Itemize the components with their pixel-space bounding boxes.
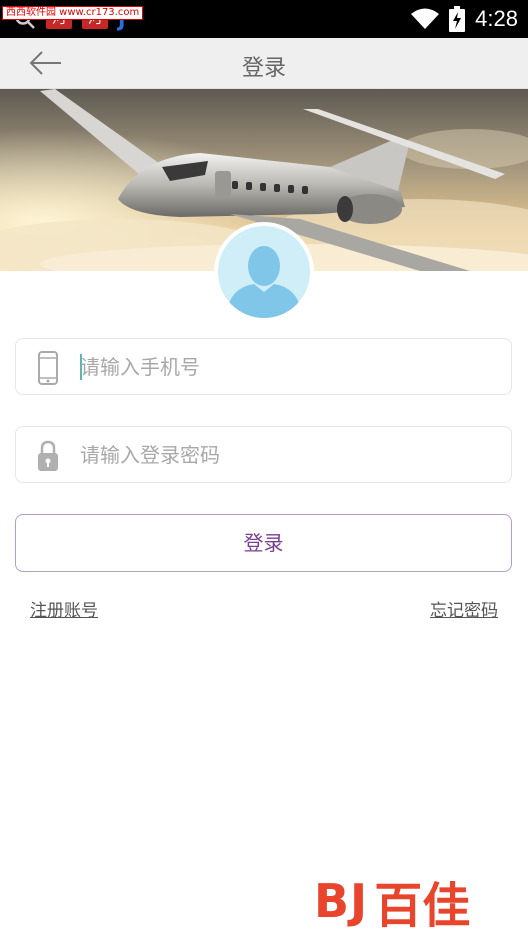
phone-input[interactable] [80, 339, 500, 394]
user-silhouette-icon [226, 246, 302, 318]
brand-logo: BJ 百佳 [314, 866, 470, 936]
avatar-image [218, 226, 310, 318]
phone-field[interactable] [15, 338, 512, 395]
phone-icon [38, 351, 58, 385]
lock-icon [38, 440, 58, 471]
page-title: 登录 [241, 56, 286, 81]
status-bar-system: 4:28 [411, 5, 518, 33]
brand-mark: BJ [314, 874, 369, 928]
app-header: 登录 [0, 38, 528, 89]
login-button[interactable]: 登录 [15, 514, 512, 572]
brand-name: 百佳 [374, 878, 471, 934]
register-link[interactable]: 注册账号 [30, 596, 98, 621]
avatar[interactable] [214, 222, 314, 322]
clock: 4:28 [475, 6, 518, 31]
status-bar: 河 河 J 西西软件园 www.cr173.com 4:28 [0, 0, 528, 38]
forgot-password-link[interactable]: 忘记密码 [430, 596, 498, 621]
password-field[interactable] [15, 426, 512, 483]
watermark: 西西软件园 www.cr173.com [2, 6, 144, 20]
password-input[interactable] [80, 427, 500, 482]
battery-charging-icon [449, 6, 466, 32]
wifi-icon [411, 8, 440, 29]
